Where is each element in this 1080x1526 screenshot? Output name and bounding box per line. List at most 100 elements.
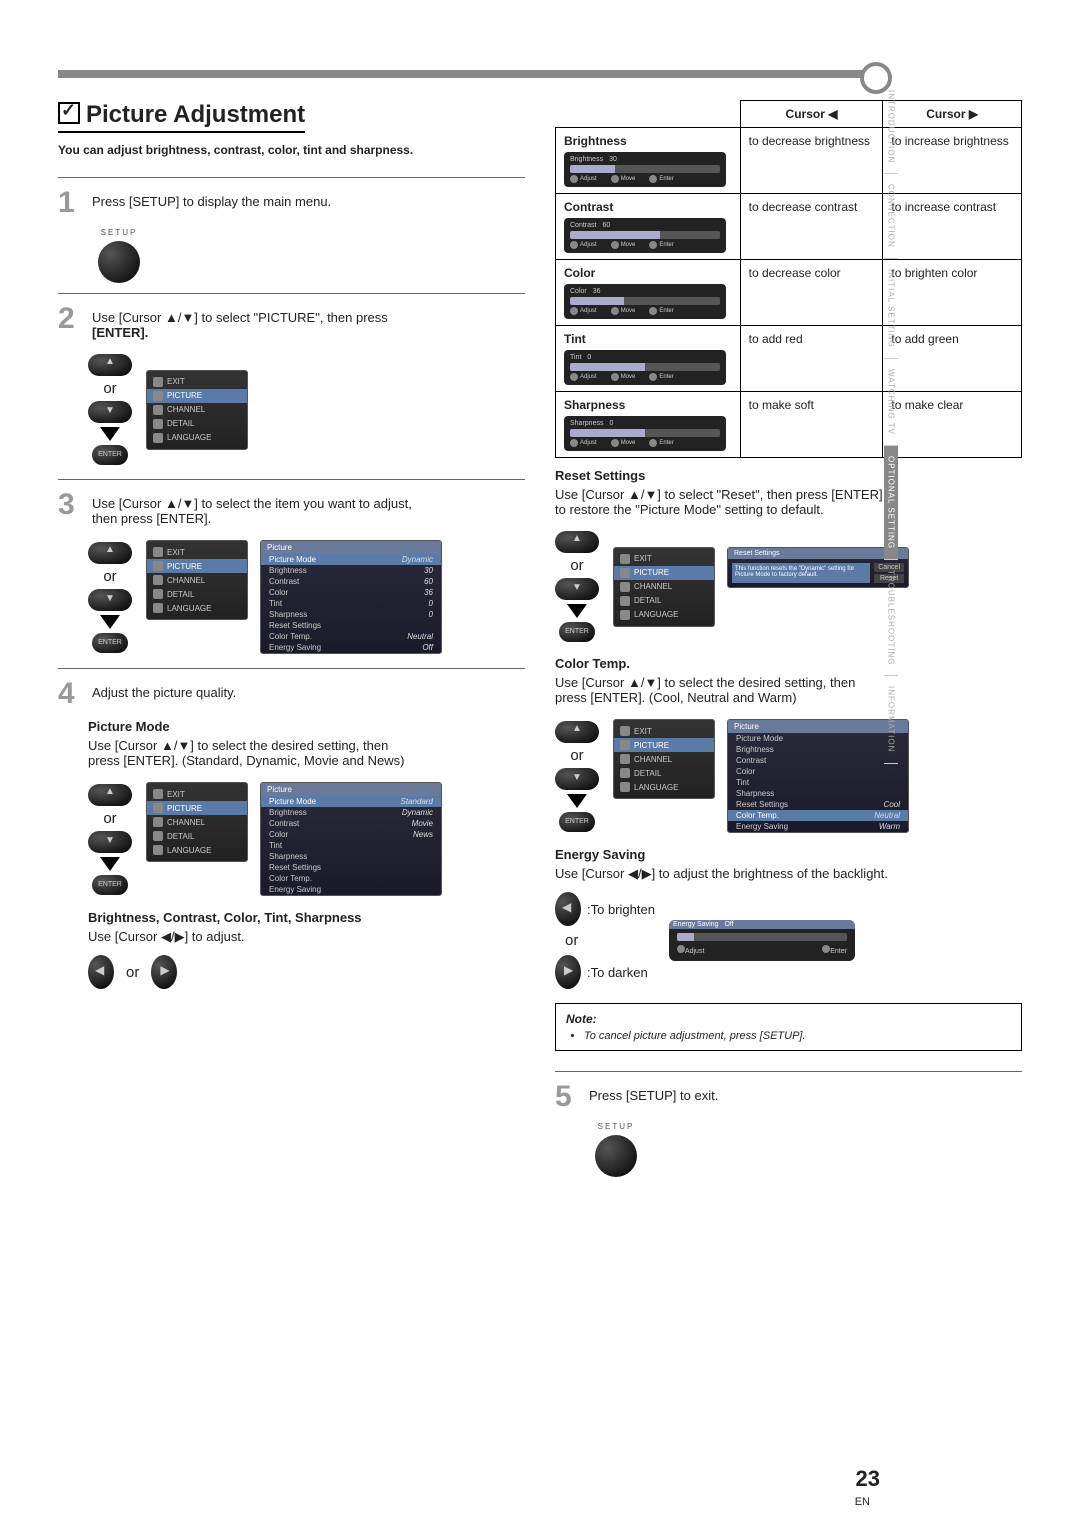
menu-item-language: LANGUAGE: [147, 843, 247, 857]
reset-heading: Reset Settings: [555, 468, 1022, 483]
menu-item-exit: EXIT: [614, 724, 714, 738]
setup-button-icon: [595, 1135, 637, 1177]
table-row: BrightnessBrightness30AdjustMoveEnterto …: [556, 128, 1022, 194]
color-temp-text-b: press [ENTER]. (Cool, Neutral and Warm): [555, 690, 797, 705]
or-label: or: [99, 568, 120, 585]
menu-item-channel: CHANNEL: [147, 573, 247, 587]
note-item: To cancel picture adjustment, press [SET…: [584, 1030, 1011, 1042]
table-row: SharpnessSharpness0AdjustMoveEnterto mak…: [556, 392, 1022, 458]
menu-item-language: LANGUAGE: [147, 431, 247, 445]
menu-item-picture: PICTURE: [147, 389, 247, 403]
arrow-down-icon: [100, 427, 120, 441]
menu-item-channel: CHANNEL: [147, 403, 247, 417]
color-temp-panel: PicturePicture ModeBrightnessContrastCol…: [727, 719, 909, 833]
side-tabs: INTRODUCTION CONNECTION INITIAL SETTING …: [884, 80, 898, 764]
bcct-text: Use [Cursor ◀/▶] to adjust.: [88, 929, 525, 945]
side-tab-connection: CONNECTION: [884, 174, 898, 259]
main-menu-panel: EXIT PICTURE CHANNEL DETAIL LANGUAGE: [146, 540, 248, 620]
title-text: Picture Adjustment: [86, 101, 305, 128]
cursor-down-icon: [88, 589, 132, 611]
page-number: 23: [856, 1466, 880, 1492]
cursor-down-icon: [88, 401, 132, 423]
step-3-text-b: then press [ENTER].: [92, 511, 211, 526]
menu-item-channel: CHANNEL: [614, 752, 714, 766]
cursor-down-icon: [88, 831, 132, 853]
intro-text: You can adjust brightness, contrast, col…: [58, 143, 525, 157]
menu-item-detail: DETAIL: [147, 587, 247, 601]
cursor-up-icon: [88, 784, 132, 806]
main-menu-panel: EXIT PICTURE CHANNEL DETAIL LANGUAGE: [613, 719, 715, 799]
or-label: or: [99, 810, 120, 827]
picture-settings-panel: PicturePicture ModeDynamicBrightness30Co…: [260, 540, 442, 654]
note-heading: Note:: [566, 1012, 1011, 1026]
arrow-down-icon: [100, 615, 120, 629]
side-tab-optional-setting: OPTIONAL SETTING: [884, 446, 898, 560]
menu-item-detail: DETAIL: [614, 594, 714, 608]
setup-label: SETUP: [595, 1122, 637, 1131]
or-label: or: [99, 380, 120, 397]
cursor-right-icon: [151, 955, 177, 989]
energy-slider-value: Off: [724, 921, 733, 928]
menu-item-detail: DETAIL: [614, 766, 714, 780]
color-temp-text-a: Use [Cursor ▲/▼] to select the desired s…: [555, 675, 855, 690]
picture-mode-options-panel: PicturePicture ModeStandardBrightnessDyn…: [260, 782, 442, 896]
or-label: or: [122, 964, 143, 981]
side-tab-information: INFORMATION: [884, 676, 898, 763]
note-box: Note: To cancel picture adjustment, pres…: [555, 1003, 1022, 1051]
step-3-text-a: Use [Cursor ▲/▼] to select the item you …: [92, 496, 412, 511]
menu-item-exit: EXIT: [614, 552, 714, 566]
menu-item-picture: PICTURE: [614, 566, 714, 580]
cursor-up-icon: [555, 721, 599, 743]
cursor-left-icon: [555, 892, 581, 926]
main-menu-panel: EXIT PICTURE CHANNEL DETAIL LANGUAGE: [613, 547, 715, 627]
step-4-number: 4: [58, 679, 84, 709]
cursor-left-icon: [88, 955, 114, 989]
enter-button-icon: ENTER: [559, 812, 595, 832]
picture-mode-text-a: Use [Cursor ▲/▼] to select the desired s…: [88, 738, 388, 753]
to-darken-label: :To darken: [587, 965, 648, 980]
enter-button-icon: ENTER: [559, 622, 595, 642]
enter-button-icon: ENTER: [92, 633, 128, 653]
reset-panel-head: Reset Settings: [728, 548, 908, 559]
check-icon: [58, 102, 80, 124]
table-head-cursor-right: Cursor ▶: [883, 101, 1022, 128]
page-title: Picture Adjustment: [58, 100, 305, 133]
side-tab-introduction: INTRODUCTION: [884, 80, 898, 174]
cursor-down-icon: [555, 578, 599, 600]
step-4-text: Adjust the picture quality.: [92, 679, 525, 709]
menu-item-exit: EXIT: [147, 787, 247, 801]
reset-confirmation-panel: Reset Settings This function resets the …: [727, 547, 909, 588]
cursor-up-icon: [88, 354, 132, 376]
or-label: or: [566, 557, 587, 574]
menu-item-language: LANGUAGE: [614, 608, 714, 622]
menu-item-channel: CHANNEL: [614, 580, 714, 594]
cursor-up-icon: [88, 542, 132, 564]
table-row: TintTint0AdjustMoveEnterto add redto add…: [556, 326, 1022, 392]
menu-item-language: LANGUAGE: [147, 601, 247, 615]
table-row: ContrastContrast60AdjustMoveEnterto decr…: [556, 194, 1022, 260]
menu-item-exit: EXIT: [147, 545, 247, 559]
cursor-down-icon: [555, 768, 599, 790]
separator: [58, 177, 525, 178]
enter-button-icon: ENTER: [92, 875, 128, 895]
table-row: ColorColor36AdjustMoveEnterto decrease c…: [556, 260, 1022, 326]
menu-item-picture: PICTURE: [147, 801, 247, 815]
main-menu-panel: EXIT PICTURE CHANNEL DETAIL LANGUAGE: [146, 370, 248, 450]
separator: [58, 479, 525, 480]
energy-text: Use [Cursor ◀/▶] to adjust the brightnes…: [555, 866, 1022, 882]
energy-heading: Energy Saving: [555, 847, 1022, 862]
arrow-down-icon: [100, 857, 120, 871]
menu-item-channel: CHANNEL: [147, 815, 247, 829]
separator: [58, 293, 525, 294]
separator: [555, 1071, 1022, 1072]
main-menu-panel: EXIT PICTURE CHANNEL DETAIL LANGUAGE: [146, 782, 248, 862]
step-5-number: 5: [555, 1082, 581, 1112]
step-3-number: 3: [58, 490, 84, 526]
or-label: or: [566, 747, 587, 764]
side-tab-initial-setting: INITIAL SETTING: [884, 259, 898, 359]
cursor-right-icon: [555, 955, 581, 989]
step-2-number: 2: [58, 304, 84, 340]
menu-item-exit: EXIT: [147, 375, 247, 389]
separator: [58, 668, 525, 669]
or-label: or: [561, 932, 582, 949]
